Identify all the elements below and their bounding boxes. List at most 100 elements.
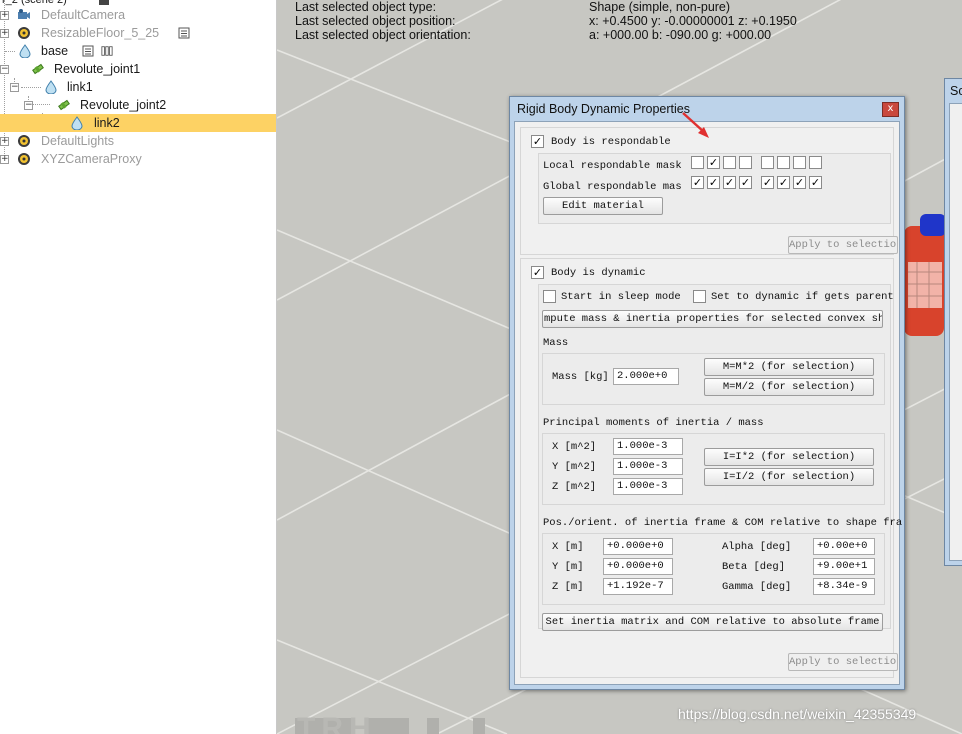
mass-field[interactable]: 2.000e+0 <box>613 368 679 385</box>
script-icon[interactable] <box>82 45 94 57</box>
tree-item-defaultcamera[interactable]: + DefaultCamera <box>0 6 276 24</box>
secondary-dialog[interactable]: Sc <box>944 78 962 566</box>
set-dynamic-checkbox[interactable] <box>693 290 706 303</box>
global-mask-bit-5-checkbox[interactable]: ✓ <box>761 176 774 189</box>
pos-y-field[interactable]: +0.000e+0 <box>603 558 673 575</box>
pos-x-field[interactable]: +0.000e+0 <box>603 538 673 555</box>
model-icon <box>18 153 30 165</box>
inertia-y-label: Y [m^2] <box>552 461 597 473</box>
shape-icon <box>45 80 57 94</box>
compute-mass-inertia-button[interactable]: mpute mass & inertia properties for sele… <box>542 310 883 328</box>
tree-item-label: Revolute_joint2 <box>80 98 167 112</box>
pos-y-label: Y [m] <box>552 561 584 573</box>
dialog-client: ✓ Body is respondable Local respondable … <box>514 121 902 685</box>
info-type-value: Shape (simple, non-pure) <box>589 0 731 14</box>
tree-item-defaultlights[interactable]: + DefaultLights <box>0 132 276 150</box>
tree-item-label: DefaultCamera <box>41 8 126 22</box>
pos-x-label: X [m] <box>552 541 584 553</box>
global-mask-bit-8-checkbox[interactable]: ✓ <box>809 176 822 189</box>
mass-group: Mass [kg] 2.000e+0 M=M*2 (for selection)… <box>542 353 885 405</box>
global-mask-bit-1-checkbox[interactable]: ✓ <box>691 176 704 189</box>
mask-group: Local respondable mask ✓ Global responda… <box>538 153 891 224</box>
tree-item-resizablefloor[interactable]: + ResizableFloor_5_25 <box>0 24 276 42</box>
set-inertia-absolute-button[interactable]: Set inertia matrix and COM relative to a… <box>542 613 883 631</box>
tree-item-label: link2 <box>94 116 120 130</box>
sleep-mode-checkbox[interactable] <box>543 290 556 303</box>
local-mask-bit-5-checkbox[interactable] <box>761 156 774 169</box>
scene-hierarchy[interactable]: r_2 (scene 2) + DefaultCamera + Resizabl… <box>0 0 277 734</box>
global-mask-bit-6-checkbox[interactable]: ✓ <box>777 176 790 189</box>
collapse-toggle-icon[interactable]: − <box>24 101 33 110</box>
tree-item-link2[interactable]: link2 <box>0 114 276 132</box>
collapse-toggle-icon[interactable]: − <box>10 83 19 92</box>
body-respondable-label: Body is respondable <box>551 136 671 148</box>
tree-item-label: link1 <box>67 80 93 94</box>
tree-item-label: ResizableFloor_5_25 <box>41 26 160 40</box>
info-position-label: Last selected object position: <box>295 14 456 28</box>
alpha-label: Alpha [deg] <box>722 541 792 553</box>
beta-field[interactable]: +9.00e+1 <box>813 558 875 575</box>
mass-double-button[interactable]: M=M*2 (for selection) <box>704 358 874 376</box>
local-mask-bit-4-checkbox[interactable] <box>739 156 752 169</box>
global-mask-bit-4-checkbox[interactable]: ✓ <box>739 176 752 189</box>
local-mask-bit-3-checkbox[interactable] <box>723 156 736 169</box>
global-mask-bit-7-checkbox[interactable]: ✓ <box>793 176 806 189</box>
tree-item-label: Revolute_joint1 <box>54 62 141 76</box>
global-mask-bit-2-checkbox[interactable]: ✓ <box>707 176 720 189</box>
expand-toggle-icon[interactable]: + <box>0 29 9 38</box>
edit-material-button[interactable]: Edit material <box>543 197 663 215</box>
gamma-label: Gamma [deg] <box>722 581 792 593</box>
inertia-section-title: Principal moments of inertia / mass <box>543 417 764 429</box>
dialog-title: Rigid Body Dynamic Properties <box>517 102 690 116</box>
global-mask-bit-3-checkbox[interactable]: ✓ <box>723 176 736 189</box>
rigid-body-dialog[interactable]: Rigid Body Dynamic Properties x ✓ Body i… <box>509 96 905 690</box>
gamma-field[interactable]: +8.34e-9 <box>813 578 875 595</box>
inertia-z-field[interactable]: 1.000e-3 <box>613 478 683 495</box>
apply-to-selection-button-top[interactable]: Apply to selection <box>788 236 898 254</box>
tree-item-label: base <box>41 44 69 58</box>
expand-toggle-icon[interactable]: + <box>0 11 9 20</box>
grid-icon[interactable] <box>101 45 113 57</box>
tree-item-link1[interactable]: − link1 <box>0 78 276 96</box>
body-dynamic-label: Body is dynamic <box>551 267 646 279</box>
tree-item-base[interactable]: base <box>0 42 276 60</box>
local-mask-bit-1-checkbox[interactable] <box>691 156 704 169</box>
mass-half-button[interactable]: M=M/2 (for selection) <box>704 378 874 396</box>
local-mask-bit-2-checkbox[interactable]: ✓ <box>707 156 720 169</box>
joint-icon <box>32 63 44 75</box>
dynamic-section: ✓ Body is dynamic Start in sleep mode Se… <box>520 258 902 678</box>
body-respondable-checkbox[interactable]: ✓ <box>531 135 544 148</box>
alpha-field[interactable]: +0.00e+0 <box>813 538 875 555</box>
expand-toggle-icon[interactable]: + <box>0 137 9 146</box>
apply-to-selection-button-bottom[interactable]: Apply to selection <box>788 653 898 671</box>
model-icon <box>18 27 30 39</box>
inertia-group: X [m^2] 1.000e-3 Y [m^2] 1.000e-3 Z [m^2… <box>542 433 885 505</box>
local-mask-bit-8-checkbox[interactable] <box>809 156 822 169</box>
inertia-double-button[interactable]: I=I*2 (for selection) <box>704 448 874 466</box>
script-icon[interactable] <box>178 27 190 39</box>
secondary-dialog-client <box>949 103 962 561</box>
tree-item-xyzcameraproxy[interactable]: + XYZCameraProxy <box>0 150 276 168</box>
tree-item-revolute-joint1[interactable]: − Revolute_joint1 <box>0 60 276 78</box>
set-dynamic-label: Set to dynamic if gets parent <box>711 291 894 303</box>
dynamic-inner-group: Start in sleep mode Set to dynamic if ge… <box>538 284 902 631</box>
body-dynamic-checkbox[interactable]: ✓ <box>531 266 544 279</box>
inertia-x-field[interactable]: 1.000e-3 <box>613 438 683 455</box>
local-mask-bit-7-checkbox[interactable] <box>793 156 806 169</box>
annotation-arrow-icon <box>682 112 709 138</box>
info-orientation-label: Last selected object orientation: <box>295 28 471 42</box>
pos-z-field[interactable]: +1.192e-7 <box>603 578 673 595</box>
local-mask-bit-6-checkbox[interactable] <box>777 156 790 169</box>
shape-icon <box>71 116 83 130</box>
frame-group: X [m] +0.000e+0 Y [m] +0.000e+0 Z [m] +1… <box>542 533 885 605</box>
inertia-y-field[interactable]: 1.000e-3 <box>613 458 683 475</box>
collapse-toggle-icon[interactable]: − <box>0 65 9 74</box>
tree-item-revolute-joint2[interactable]: − Revolute_joint2 <box>0 96 276 114</box>
info-type-label: Last selected object type: <box>295 0 437 14</box>
mass-label: Mass [kg] <box>552 371 609 383</box>
expand-toggle-icon[interactable]: + <box>0 155 9 164</box>
secondary-dialog-title: Sc <box>950 84 962 98</box>
shape-icon <box>19 44 31 58</box>
close-icon[interactable]: x <box>882 102 899 117</box>
inertia-half-button[interactable]: I=I/2 (for selection) <box>704 468 874 486</box>
